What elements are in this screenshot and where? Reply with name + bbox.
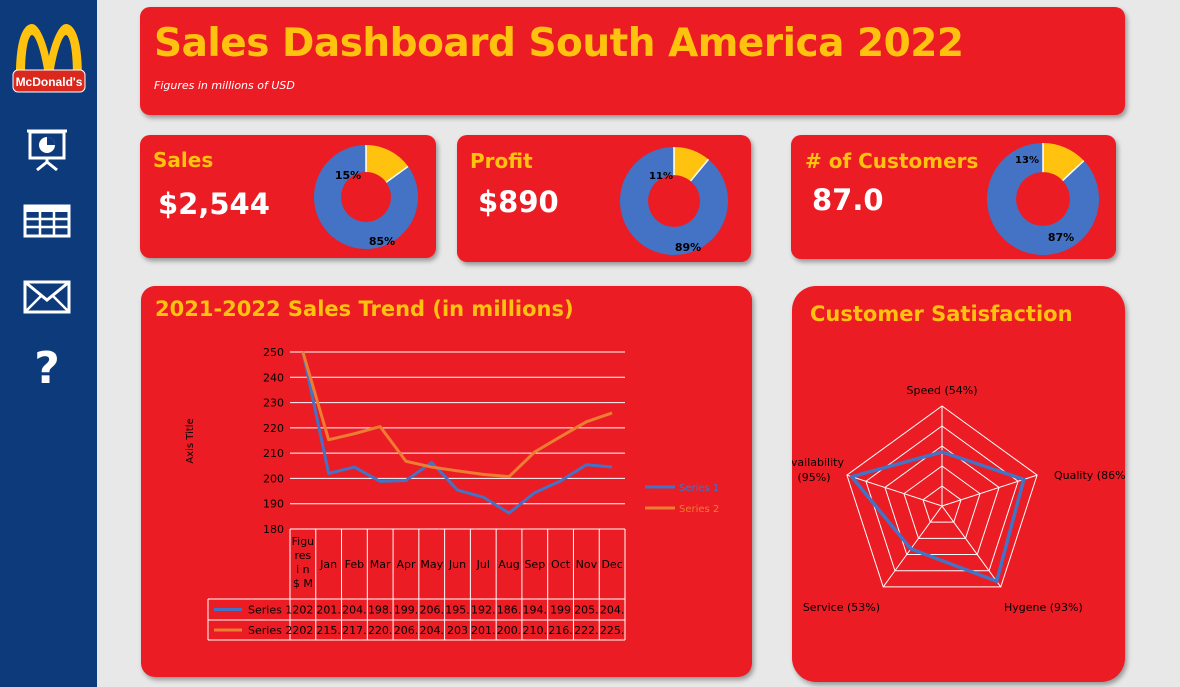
table-cell: 201. [471, 624, 496, 637]
table-cell: 195. [445, 604, 470, 617]
y-tick-label: 190 [263, 498, 284, 511]
y-tick-label: 180 [263, 523, 284, 536]
logo-text: McDonald's [16, 75, 83, 89]
x-category-label: Nov [576, 558, 598, 571]
series-2-line [301, 351, 613, 479]
x-category-label: Figu res i n $ M [292, 535, 315, 590]
x-category-label: Mar [370, 558, 391, 571]
table-cell: 220. [368, 624, 393, 637]
table-cell: 192. [471, 604, 496, 617]
page-title: Sales Dashboard South America 2022 [154, 21, 964, 66]
customers-value: 87.0 [812, 183, 884, 217]
table-cell: 217. [342, 624, 367, 637]
table-cell: 222. [574, 624, 599, 637]
sales-trend-panel: 2021-2022 Sales Trend (in millions) 180 1… [141, 286, 752, 677]
profit-donut-rest-slice [673, 147, 709, 182]
sidebar: McDonald's ? [0, 0, 97, 687]
x-category-label: Sep [524, 558, 545, 571]
sales-donut-chart: 15% 85% [314, 145, 418, 249]
table-cell: 204. [419, 624, 444, 637]
x-category-label: Jul [476, 558, 490, 571]
sales-donut-rest-slice [365, 145, 409, 183]
x-category-label: Feb [345, 558, 364, 571]
table-cell: 216. [548, 624, 573, 637]
x-category-label: Jun [448, 558, 466, 571]
radar-axis-label: Hygene (93%) [1004, 601, 1083, 614]
table-cell: 202 [292, 624, 313, 637]
customer-satisfaction-panel: Customer Satisfaction Speed (54%) Quality… [792, 286, 1125, 682]
help-question-glyph: ? [34, 343, 60, 394]
table-cell: 215. [316, 624, 341, 637]
radar-axis-label: Speed (54%) [906, 384, 977, 397]
table-grid-icon[interactable] [20, 196, 74, 246]
help-question-icon[interactable]: ? [20, 344, 74, 394]
presentation-chart-icon[interactable] [20, 124, 74, 174]
table-cell: 199 [550, 604, 571, 617]
table-series-name: Series 2 [248, 624, 292, 637]
table-cell: 204. [342, 604, 367, 617]
table-cell: 200. [497, 624, 522, 637]
radar-spoke [882, 505, 943, 588]
sales-donut-rest-label: 15% [335, 169, 361, 182]
profit-donut-rest-label: 11% [649, 171, 673, 182]
table-series-name: Series 1 [248, 604, 292, 617]
header-panel: Sales Dashboard South America 2022 Figur… [140, 7, 1125, 115]
radar-axis-label: Availability(95%) [792, 456, 844, 484]
x-category-label: Aug [498, 558, 519, 571]
profit-donut-chart: 11% 89% [620, 147, 728, 255]
radar-axis-label: Quality (86%) [1054, 469, 1125, 482]
sales-kpi-card: Sales $2,544 15% 85% [140, 135, 436, 258]
y-tick-label: 220 [263, 422, 284, 435]
legend-label: Series 1 [679, 483, 719, 494]
golden-arches [16, 24, 82, 76]
profit-kpi-card: Profit $890 11% 89% [457, 135, 751, 262]
y-axis-title: Axis Title [185, 418, 196, 463]
customers-donut-main-label: 87% [1048, 231, 1074, 244]
customers-label: # of Customers [805, 149, 979, 173]
x-category-label: May [420, 558, 443, 571]
profit-label: Profit [470, 149, 533, 173]
sales-label: Sales [153, 148, 214, 172]
table-cell: 198. [368, 604, 393, 617]
radar-axis-label: Service (53%) [803, 601, 880, 614]
table-cell: 201. [316, 604, 341, 617]
customers-donut-rest-label: 13% [1015, 155, 1039, 166]
table-cell: 186. [497, 604, 522, 617]
y-tick-label: 230 [263, 397, 284, 410]
table-cell: 206. [419, 604, 444, 617]
table-cell: 225. [600, 624, 625, 637]
x-category-label: Dec [601, 558, 622, 571]
y-tick-label: 210 [263, 447, 284, 460]
y-tick-label: 250 [263, 346, 284, 359]
sales-value: $2,544 [158, 187, 270, 221]
customer-satisfaction-radar-chart: Speed (54%) Quality (86%) Hygene (93%) Serv… [792, 384, 1125, 614]
profit-value: $890 [478, 185, 559, 219]
table-cell: 203 [447, 624, 468, 637]
mail-envelope-icon[interactable] [20, 272, 74, 322]
table-cell: 202 [292, 604, 313, 617]
table-cell: 194. [523, 604, 548, 617]
x-category-label: Apr [396, 558, 416, 571]
sales-donut-main-label: 85% [369, 235, 395, 248]
x-category-label: Jan [319, 558, 337, 571]
mcdonalds-logo[interactable]: McDonald's [11, 20, 87, 96]
customers-donut-chart: 13% 87% [987, 143, 1099, 255]
x-category-label: Oct [551, 558, 571, 571]
customers-kpi-card: # of Customers 87.0 13% 87% [791, 135, 1116, 259]
table-cell: 199. [394, 604, 419, 617]
table-cell: 204. [600, 604, 625, 617]
radar-spoke [941, 505, 1002, 588]
y-tick-label: 240 [263, 371, 284, 384]
table-cell: 206. [394, 624, 419, 637]
y-tick-label: 200 [263, 472, 284, 485]
table-cell: 210. [523, 624, 548, 637]
table-cell: 205. [574, 604, 599, 617]
legend-label: Series 2 [679, 504, 719, 515]
customers-donut-rest-slice [1042, 143, 1084, 182]
profit-donut-main-label: 89% [675, 241, 701, 254]
page-subtitle: Figures in millions of USD [154, 79, 295, 92]
sales-trend-line-chart: 180 190 200 210 220 230 240 250 Axis Title Figu re… [185, 346, 719, 641]
